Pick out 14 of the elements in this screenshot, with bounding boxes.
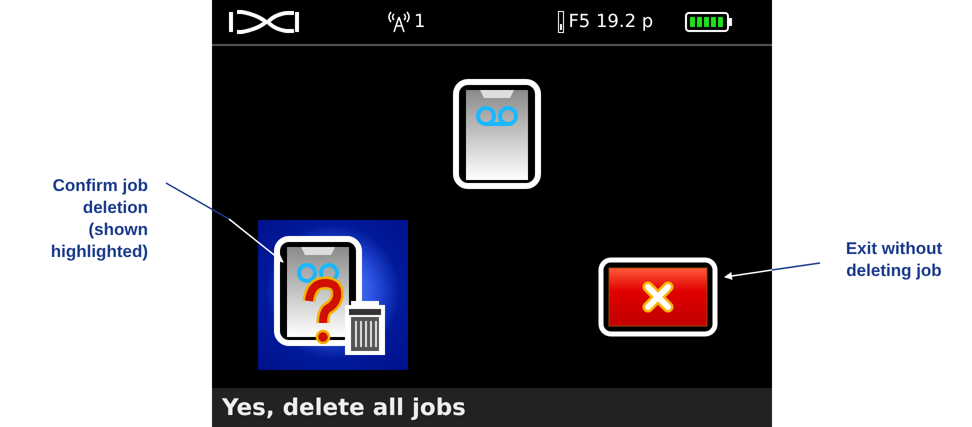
battery-icon bbox=[685, 12, 734, 32]
logo-icon bbox=[228, 9, 300, 35]
channel-number: 1 bbox=[414, 11, 426, 33]
antenna-icon bbox=[388, 11, 410, 33]
delete-jobs-button[interactable] bbox=[258, 220, 408, 370]
close-icon bbox=[598, 257, 718, 337]
callout-text: Confirm job deletion (shown highlighted) bbox=[50, 174, 148, 262]
callout-text: Exit without deleting job bbox=[844, 238, 944, 282]
job-icon bbox=[452, 78, 542, 190]
frequency-reading: F5 19.2 p bbox=[568, 11, 654, 33]
job-button[interactable] bbox=[452, 78, 542, 190]
exit-button[interactable] bbox=[598, 257, 718, 337]
prompt-label: Yes, delete all jobs bbox=[222, 394, 466, 420]
gauge-icon bbox=[558, 11, 564, 33]
